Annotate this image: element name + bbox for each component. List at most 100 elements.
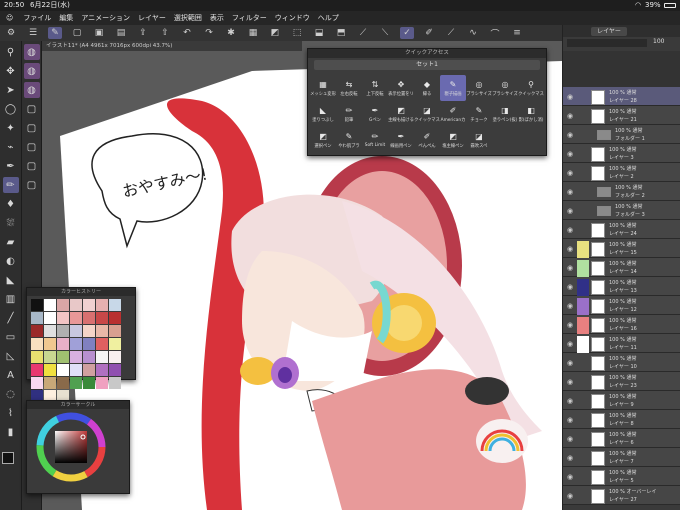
layer-row[interactable]: ◉ 100 % 通常 レイヤー 8	[563, 410, 680, 429]
brush-tool-icon[interactable]: ♦	[3, 196, 19, 212]
menu-selection[interactable]: 選択範囲	[174, 11, 202, 25]
menu-edit[interactable]: 編集	[59, 11, 73, 25]
eye-icon[interactable]: ◉	[567, 492, 575, 500]
ruler-icon[interactable]: ⟍	[378, 27, 392, 39]
snap-icon[interactable]: ⟋	[356, 27, 370, 39]
main-color[interactable]	[2, 452, 14, 464]
menu-window[interactable]: ウィンドウ	[275, 11, 310, 25]
upload-icon[interactable]: ⇧	[158, 27, 172, 39]
settings-icon[interactable]: ⚙	[4, 27, 18, 39]
quick-access-item[interactable]: ◣ 塗りつぶし	[310, 101, 336, 127]
layer-row[interactable]: ◉ 100 % 通常 レイヤー 2	[563, 163, 680, 182]
eraser-icon[interactable]: ▰	[3, 234, 19, 250]
color-swatch[interactable]	[83, 338, 95, 350]
layer-row[interactable]: ◉ 100 % 通常 レイヤー 16	[563, 315, 680, 334]
ruler-tool-icon[interactable]: ◺	[3, 348, 19, 364]
quick-access-item[interactable]: ✏ 鉛筆	[336, 101, 362, 127]
blend-icon[interactable]: ◐	[3, 253, 19, 269]
quick-access-item[interactable]: ⇅ 上下反転	[362, 75, 388, 101]
color-swatch[interactable]	[70, 364, 82, 376]
object-select-icon[interactable]: ➤	[3, 82, 19, 98]
quick-access-item[interactable]: ✥ 表示位置をリ	[388, 75, 414, 101]
pen-icon[interactable]: ✓	[400, 27, 414, 39]
quick-access-set-select[interactable]: セット1	[314, 60, 540, 70]
fill-all-icon[interactable]: ▮	[3, 424, 19, 440]
color-swatch[interactable]	[44, 364, 56, 376]
color-swatch[interactable]	[57, 338, 69, 350]
layer-row[interactable]: ◉ 100 % 通常 レイヤー 11	[563, 334, 680, 353]
curve-icon[interactable]: ∿	[466, 27, 480, 39]
eye-icon[interactable]: ◉	[567, 416, 575, 424]
eye-icon[interactable]: ◉	[567, 359, 575, 367]
stroke-icon[interactable]: ✐	[422, 27, 436, 39]
invert-icon[interactable]: ⬓	[312, 27, 326, 39]
pen-tool-icon[interactable]: ✒	[3, 158, 19, 174]
layer-row[interactable]: ◉ 100 % 通常 フォルダー 2	[563, 182, 680, 201]
quick-access-item[interactable]: ◩ 塩主線ぺン	[440, 127, 466, 153]
menu-file[interactable]: ファイル	[23, 11, 51, 25]
color-swatch[interactable]	[109, 312, 121, 324]
eye-icon[interactable]: ◉	[567, 473, 575, 481]
quick-access-item[interactable]: ◎ ブラシサイズ	[466, 75, 492, 101]
layer-row[interactable]: ◉ 100 % 通常 レイヤー 5	[563, 467, 680, 486]
eye-icon[interactable]: ◉	[567, 302, 575, 310]
clear-icon[interactable]: ✱	[224, 27, 238, 39]
quick-access-item[interactable]: ▦ メッシュ変形	[310, 75, 336, 101]
correct-line-icon[interactable]: ⌇	[3, 405, 19, 421]
quick-access-item[interactable]: ⇆ 左右反転	[336, 75, 362, 101]
color-swatch[interactable]	[109, 338, 121, 350]
eye-icon[interactable]: ◉	[567, 435, 575, 443]
color-swatch[interactable]	[109, 377, 121, 389]
subtool-2-icon[interactable]: ◍	[23, 63, 40, 79]
eye-icon[interactable]: ◉	[567, 245, 575, 253]
layer-row[interactable]: ◉ 100 % 通常 レイヤー 23	[563, 372, 680, 391]
quick-access-item[interactable]: ✒ Gペン	[362, 101, 388, 127]
line-icon[interactable]: ⟋	[444, 27, 458, 39]
magic-wand-icon[interactable]: ✦	[3, 120, 19, 136]
color-swatch[interactable]	[109, 351, 121, 363]
color-swatch[interactable]	[31, 351, 43, 363]
eye-icon[interactable]: ◉	[567, 169, 575, 177]
eye-icon[interactable]: ◉	[567, 340, 575, 348]
color-swatch[interactable]	[70, 338, 82, 350]
text-icon[interactable]: ≡	[510, 27, 524, 39]
eye-icon[interactable]: ◉	[567, 454, 575, 462]
subtool-1-icon[interactable]: ◍	[23, 44, 40, 60]
color-swatch[interactable]	[96, 299, 108, 311]
pencil-tool-icon[interactable]: ✏	[2, 177, 19, 193]
color-swatch[interactable]	[83, 325, 95, 337]
layer-row[interactable]: ◉ 100 % 通常 レイヤー 12	[563, 296, 680, 315]
quick-access-item[interactable]: ✎ チョーク	[466, 101, 492, 127]
subtool-3-icon[interactable]: ◍	[23, 82, 40, 98]
eye-icon[interactable]: ◉	[567, 207, 575, 215]
quick-access-item[interactable]: ◪ 霧吹スペ	[466, 127, 492, 153]
subtool-7-icon[interactable]: ▢	[24, 158, 40, 174]
quick-access-item[interactable]: ✐ ぺんぺん	[414, 127, 440, 153]
export-icon[interactable]: ⇪	[136, 27, 150, 39]
color-wheel[interactable]	[27, 409, 131, 495]
color-swatch[interactable]	[96, 364, 108, 376]
tab-layer[interactable]: レイヤー	[591, 27, 627, 36]
zoom-icon[interactable]: ⚲	[3, 44, 19, 60]
menu-view[interactable]: 表示	[210, 11, 224, 25]
app-logo-icon[interactable]: ☺	[6, 11, 13, 25]
brush-icon[interactable]: ✎	[48, 27, 62, 39]
color-swatch[interactable]	[96, 377, 108, 389]
subtool-8-icon[interactable]: ▢	[24, 177, 40, 193]
open-icon[interactable]: ▣	[92, 27, 106, 39]
document-tab[interactable]: イラスト11* (A4 4961x 7016px 600dpi 43.7%)	[42, 41, 302, 51]
color-swatch[interactable]	[96, 312, 108, 324]
bucket-icon[interactable]: ◣	[3, 272, 19, 288]
redo-icon[interactable]: ↷	[202, 27, 216, 39]
color-swatch[interactable]	[70, 351, 82, 363]
color-swatch[interactable]	[31, 312, 43, 324]
layer-row[interactable]: ◉ 100 % 通常 フォルダー 3	[563, 201, 680, 220]
quick-access-item[interactable]: ⚲ クイックマス	[518, 75, 544, 101]
layer-row[interactable]: ◉ 100 % 通常 レイヤー 6	[563, 429, 680, 448]
eye-icon[interactable]: ◉	[567, 321, 575, 329]
opacity-value[interactable]: 100	[653, 38, 664, 45]
save-icon[interactable]: ▤	[114, 27, 128, 39]
quick-access-item[interactable]: ✐ Americanカ	[440, 101, 466, 127]
layer-row[interactable]: ◉ 100 % オーバーレイ レイヤー 27	[563, 486, 680, 505]
color-swatch[interactable]	[70, 325, 82, 337]
